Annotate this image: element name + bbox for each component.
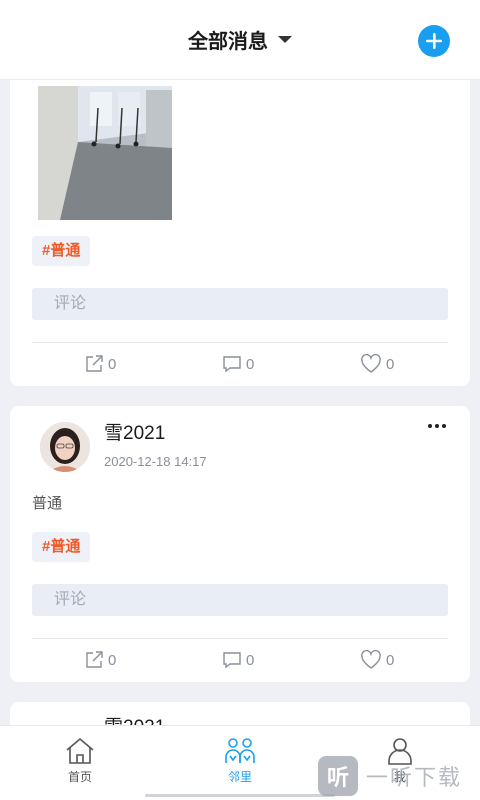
- share-icon: [86, 651, 103, 668]
- dot: [428, 424, 432, 428]
- heart-icon: [361, 354, 381, 373]
- post-body: 普通: [32, 495, 63, 512]
- divider: [32, 638, 448, 639]
- caret-down-icon: [278, 36, 292, 43]
- dot: [435, 424, 439, 428]
- watermark-logo: 听: [318, 756, 358, 796]
- post-card: 雪2021 2020-12-18 14:17 普通 #普通 评论 0 0 0: [10, 406, 470, 682]
- post-photo[interactable]: [38, 86, 172, 220]
- tab-neighbors[interactable]: 邻里: [200, 736, 280, 785]
- post-tag[interactable]: #普通: [32, 236, 91, 266]
- post-actions: 0 0 0: [10, 354, 470, 376]
- comment-count: 0: [246, 651, 255, 669]
- add-post-button[interactable]: [418, 25, 450, 57]
- message-filter-dropdown[interactable]: 全部消息: [188, 25, 292, 54]
- post-tag[interactable]: #普通: [32, 532, 91, 562]
- home-icon: [66, 737, 94, 764]
- like-count: 0: [386, 355, 395, 373]
- dot: [442, 424, 446, 428]
- comment-button[interactable]: 0: [222, 354, 254, 374]
- avatar[interactable]: [40, 422, 90, 472]
- share-count: 0: [108, 355, 117, 373]
- tab-label: 邻里: [227, 770, 252, 784]
- photo-content: [38, 86, 172, 220]
- more-options-button[interactable]: [428, 424, 446, 428]
- like-count: 0: [386, 651, 395, 669]
- share-button[interactable]: 0: [84, 354, 116, 374]
- username[interactable]: 雪2021: [104, 418, 165, 445]
- heart-icon: [361, 650, 381, 669]
- like-button[interactable]: 0: [360, 354, 394, 374]
- avatar-image: [40, 422, 90, 472]
- share-button[interactable]: 0: [84, 650, 116, 670]
- post-timestamp: 2020-12-18 14:17: [104, 454, 207, 469]
- comment-input[interactable]: 评论: [32, 288, 448, 320]
- watermark: 听 一听下载: [318, 756, 462, 796]
- home-indicator: [145, 794, 335, 797]
- comment-button[interactable]: 0: [222, 650, 254, 670]
- top-header: 全部消息: [0, 0, 480, 80]
- username[interactable]: 雪2021: [104, 712, 165, 725]
- divider: [32, 342, 448, 343]
- share-icon: [86, 355, 103, 372]
- message-feed[interactable]: #普通 评论 0 0 0 雪2021 2020-12-18 14:17 普通 #…: [0, 80, 480, 725]
- post-card: #普通 评论 0 0 0: [10, 80, 470, 386]
- share-count: 0: [108, 651, 117, 669]
- tab-label: 首页: [67, 770, 92, 784]
- tab-home[interactable]: 首页: [40, 736, 120, 785]
- comment-count: 0: [246, 355, 255, 373]
- comment-input[interactable]: 评论: [32, 584, 448, 616]
- comment-icon: [223, 652, 241, 669]
- page-title: 全部消息: [188, 31, 268, 53]
- post-card: 雪2021: [10, 702, 470, 725]
- like-button[interactable]: 0: [360, 650, 394, 670]
- comment-icon: [223, 356, 241, 373]
- post-actions: 0 0 0: [10, 650, 470, 672]
- watermark-text: 一听下载: [366, 765, 463, 790]
- plus-icon: [426, 33, 442, 49]
- neighbors-icon: [225, 738, 255, 763]
